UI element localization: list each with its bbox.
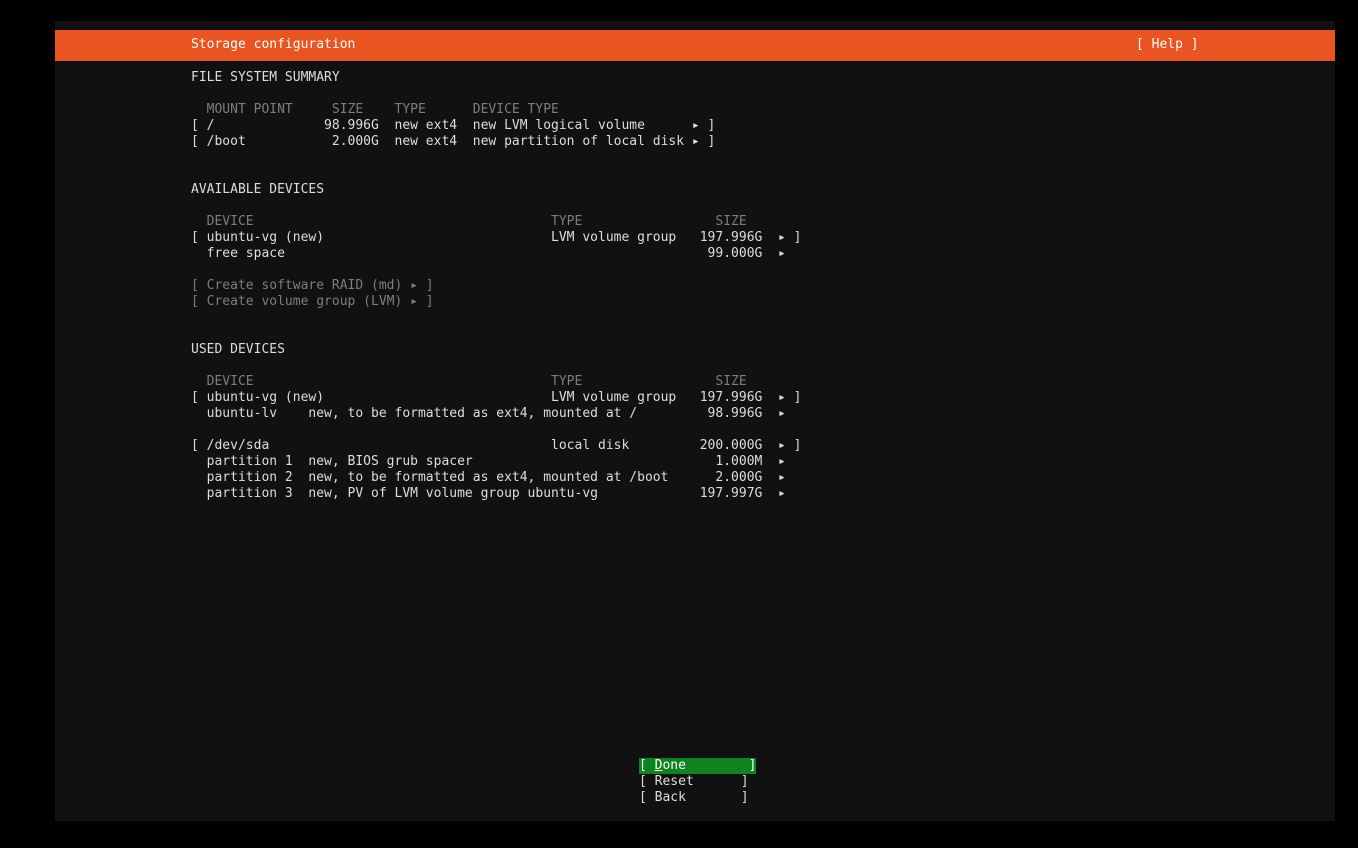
- installer-screen: Storage configuration [ Help ] FILE SYST…: [55, 21, 1335, 821]
- used-row-partition-2[interactable]: partition 2 new, to be formatted as ext4…: [191, 470, 786, 486]
- fs-row-boot[interactable]: [ /boot 2.000G new ext4 new partition of…: [191, 134, 715, 150]
- create-raid-button[interactable]: [ Create software RAID (md) ▸ ]: [191, 278, 434, 294]
- fs-row-root[interactable]: [ / 98.996G new ext4 new LVM logical vol…: [191, 118, 715, 134]
- fs-summary-columns: MOUNT POINT SIZE TYPE DEVICE TYPE: [191, 102, 559, 117]
- reset-button[interactable]: [ Reset ]: [639, 774, 749, 790]
- available-devices-columns: DEVICE TYPE SIZE: [191, 214, 747, 229]
- help-button[interactable]: [ Help ]: [1136, 37, 1199, 53]
- fs-summary-heading: FILE SYSTEM SUMMARY: [191, 70, 340, 85]
- back-button[interactable]: [ Back ]: [639, 790, 749, 806]
- done-button[interactable]: [ Done ]: [639, 758, 757, 774]
- page-title: Storage configuration: [191, 37, 356, 52]
- used-devices-columns: DEVICE TYPE SIZE: [191, 374, 747, 389]
- used-row-ubuntu-lv[interactable]: ubuntu-lv new, to be formatted as ext4, …: [191, 406, 786, 422]
- used-row-dev-sda[interactable]: [ /dev/sda local disk 200.000G ▸ ]: [191, 438, 801, 454]
- done-button-rest: one ]: [662, 758, 757, 773]
- available-row-free-space[interactable]: free space 99.000G ▸: [191, 246, 786, 262]
- available-row-ubuntu-vg[interactable]: [ ubuntu-vg (new) LVM volume group 197.9…: [191, 230, 801, 246]
- used-row-partition-1[interactable]: partition 1 new, BIOS grub spacer 1.000M…: [191, 454, 786, 470]
- available-devices-heading: AVAILABLE DEVICES: [191, 182, 325, 197]
- used-devices-heading: USED DEVICES: [191, 342, 285, 357]
- done-button-open: [: [639, 758, 655, 773]
- used-row-partition-3[interactable]: partition 3 new, PV of LVM volume group …: [191, 486, 786, 502]
- used-row-ubuntu-vg[interactable]: [ ubuntu-vg (new) LVM volume group 197.9…: [191, 390, 801, 406]
- create-vg-button[interactable]: [ Create volume group (LVM) ▸ ]: [191, 294, 434, 310]
